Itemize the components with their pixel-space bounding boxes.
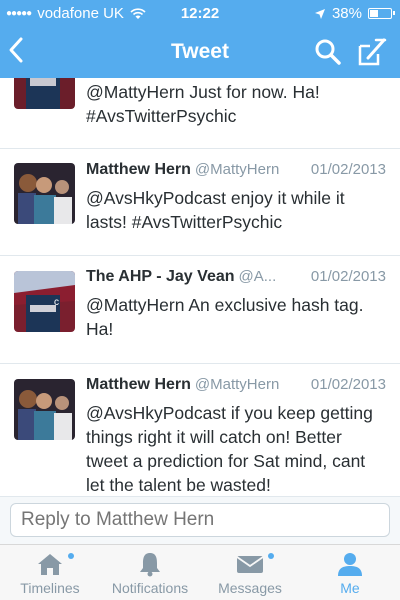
author-handle[interactable]: @MattyHern — [195, 376, 279, 393]
tweet-header: Matthew Hern @MattyHern 01/02/2013 — [86, 376, 386, 398]
avatar-image — [14, 379, 75, 440]
tweet-list[interactable]: c @MattyHern Just for now. Ha! #AvsTwitt… — [0, 78, 400, 496]
tweet-text: @AvsHkyPodcast enjoy it while it lasts! … — [86, 186, 386, 234]
location-arrow-icon — [314, 8, 325, 19]
tab-me[interactable]: Me — [300, 545, 400, 600]
tweet-header: Matthew Hern @MattyHern 01/02/2013 — [86, 161, 386, 183]
tab-messages[interactable]: Messages — [200, 545, 300, 600]
author-name[interactable]: Matthew Hern — [86, 161, 191, 178]
bell-icon — [140, 553, 160, 577]
person-icon — [338, 553, 362, 576]
tweet-text-line: @MattyHern An exclusive hash tag. — [86, 295, 364, 315]
tab-timelines[interactable]: Timelines — [0, 545, 100, 600]
search-icon[interactable] — [314, 38, 342, 66]
author-handle[interactable]: @MattyHern — [195, 161, 279, 178]
tweet-text-line: @AvsHkyPodcast enjoy it while it — [86, 188, 345, 208]
reply-input[interactable] — [10, 503, 390, 537]
tweet-text-line: lasts! #AvsTwitterPsychic — [86, 212, 283, 232]
avatar[interactable] — [14, 379, 75, 440]
nav-bar: Tweet — [0, 30, 400, 74]
home-icon — [38, 554, 62, 575]
avatar[interactable]: c — [14, 271, 75, 332]
tweet-text-line: @AvsHkyPodcast if you keep getting — [86, 403, 373, 423]
header: ●●●●● vodafone UK 12:22 38% Tweet — [0, 0, 400, 78]
tweet-text-line: #AvsTwitterPsychic — [86, 106, 237, 126]
tweet-text: @MattyHern An exclusive hash tag. Ha! — [86, 293, 386, 341]
author-name[interactable]: Matthew Hern — [86, 376, 191, 393]
tweet-text: @MattyHern Just for now. Ha! #AvsTwitter… — [86, 80, 386, 128]
compose-icon[interactable] — [356, 36, 388, 68]
battery-icon — [368, 8, 395, 19]
tweet[interactable]: Matthew Hern @MattyHern 01/02/2013 @AvsHk… — [0, 149, 400, 256]
svg-text:c: c — [54, 78, 59, 81]
status-bar: ●●●●● vodafone UK 12:22 38% — [0, 0, 400, 26]
tweet-text-line: Ha! — [86, 319, 114, 339]
avatar[interactable]: c — [14, 78, 75, 109]
tweet-date: 01/02/2013 — [310, 161, 386, 178]
notification-dot — [268, 553, 274, 559]
tweet-text-line: @MattyHern Just for now. Ha! — [86, 82, 320, 102]
tab-label: Me — [340, 580, 360, 596]
tweet-text-line: things right it will catch on! Better — [86, 427, 342, 447]
tweet-text-line: let the talent be wasted! — [86, 475, 271, 495]
tweet-date: 01/02/2013 — [310, 376, 386, 393]
tweet-text-line: tweet a prediction for Sat mind, cant — [86, 451, 366, 471]
tweet[interactable]: c The AHP - Jay Vean @A... 01/02/2013 @Ma… — [0, 256, 400, 364]
notification-dot — [68, 553, 74, 559]
tab-bar: Timelines Notifications Messages Me — [0, 544, 400, 600]
svg-text:c: c — [54, 297, 59, 308]
tweet-text: @AvsHkyPodcast if you keep getting thing… — [86, 401, 386, 496]
tweet[interactable]: Matthew Hern @MattyHern 01/02/2013 @AvsHk… — [0, 364, 400, 496]
tab-label: Timelines — [20, 580, 80, 596]
tab-notifications[interactable]: Notifications — [100, 545, 200, 600]
battery-fill — [370, 10, 378, 17]
envelope-icon — [236, 556, 264, 573]
reply-bar — [0, 496, 400, 544]
tweet-date: 01/02/2013 — [310, 268, 386, 285]
avatar-image: c — [14, 271, 75, 332]
avatar-image: c — [14, 78, 75, 109]
battery-percent: 38% — [331, 5, 362, 22]
author-name[interactable]: The AHP - Jay Vean — [86, 268, 235, 285]
tab-label: Notifications — [111, 580, 189, 596]
tweet-header: The AHP - Jay Vean @A... 01/02/2013 — [86, 268, 386, 290]
tab-label: Messages — [218, 580, 282, 596]
avatar-image — [14, 163, 75, 224]
tweet[interactable]: c @MattyHern Just for now. Ha! #AvsTwitt… — [0, 78, 400, 149]
author-handle[interactable]: @A... — [239, 268, 277, 285]
avatar[interactable] — [14, 163, 75, 224]
